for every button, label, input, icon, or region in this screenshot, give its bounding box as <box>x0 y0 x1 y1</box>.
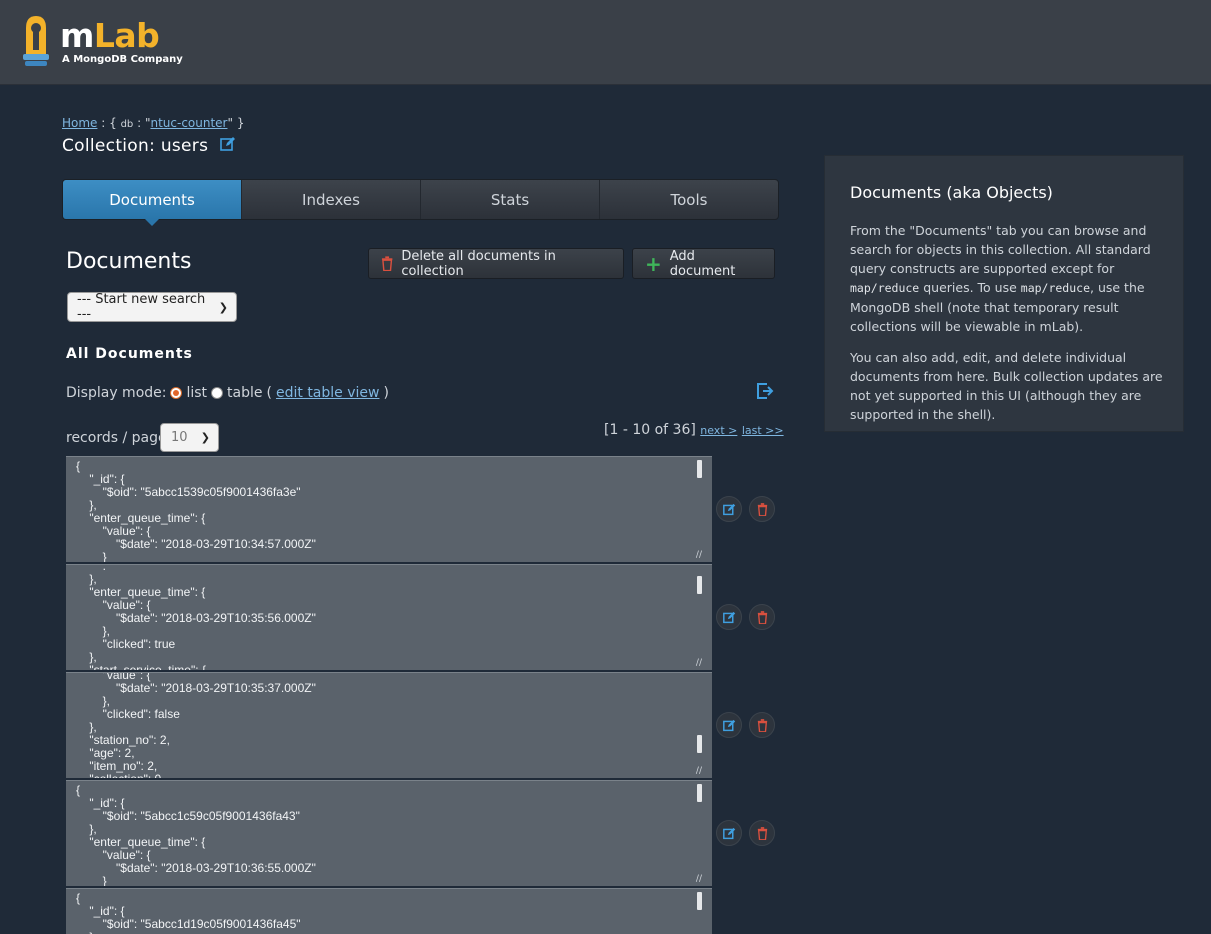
search-select[interactable]: --- Start new search --- ❯ <box>67 292 237 322</box>
add-document-button[interactable]: + Add document <box>632 248 775 279</box>
scrollbar-thumb[interactable] <box>697 784 702 802</box>
help-text: From the "Documents" tab you can browse … <box>850 223 1151 276</box>
breadcrumb-sep: : { <box>97 116 121 130</box>
records-per-page-label: records / page <box>66 430 167 446</box>
row-actions <box>716 712 776 738</box>
document-json: { "_id": { "$oid": "5abcc1539c05f9001436… <box>76 459 316 563</box>
collection-tabs: Documents Indexes Stats Tools <box>62 179 779 226</box>
paren-close: ) <box>383 385 389 401</box>
scrollbar-thumb[interactable] <box>697 735 702 753</box>
pagination: [1 - 10 of 36] next > last >> <box>604 422 784 438</box>
next-page-link[interactable]: next > <box>700 424 737 437</box>
logo-wordmark: mLab <box>60 16 160 55</box>
resize-handle-icon[interactable]: ∕∕ <box>696 658 702 668</box>
display-mode: Display mode: list table (edit table vie… <box>66 385 389 401</box>
radio-table-label: table <box>227 385 263 401</box>
breadcrumb: Home : { db : "ntuc-counter" } <box>62 116 244 130</box>
pager-range: [1 - 10 of 36] <box>604 422 696 438</box>
document-textarea[interactable]: . }, "enter_queue_time": { "value": { "$… <box>66 564 712 670</box>
breadcrumb-db-label: db <box>120 119 134 130</box>
help-panel-title: Documents (aka Objects) <box>850 183 1053 202</box>
records-per-page-select[interactable]: 10 ❯ <box>160 423 219 452</box>
resize-handle-icon[interactable]: ∕∕ <box>696 550 702 560</box>
delete-document-button[interactable] <box>749 820 775 846</box>
radio-table[interactable] <box>211 387 224 399</box>
edit-document-button[interactable] <box>716 712 742 738</box>
resize-handle-icon[interactable]: ∕∕ <box>696 874 702 884</box>
edit-icon <box>722 503 735 515</box>
radio-list-label: list <box>186 385 208 401</box>
logo-tagline: A MongoDB Company <box>62 54 183 65</box>
document-textarea[interactable]: { "_id": { "$oid": "5abcc1d19c05f9001436… <box>66 888 712 934</box>
help-code: map/reduce <box>1020 281 1091 295</box>
help-paragraph-1: From the "Documents" tab you can browse … <box>850 221 1170 336</box>
document-json: . }, "enter_queue_time": { "value": { "$… <box>89 564 316 670</box>
paren-open: ( <box>266 385 272 401</box>
breadcrumb-home-link[interactable]: Home <box>62 116 97 130</box>
add-document-label: Add document <box>669 248 736 279</box>
help-paragraph-2: You can also add, edit, and delete indiv… <box>850 350 1163 422</box>
scrollbar-thumb[interactable] <box>697 460 702 478</box>
chevron-down-icon: ❯ <box>218 300 228 314</box>
row-actions <box>716 496 776 522</box>
scrollbar-thumb[interactable] <box>697 576 702 594</box>
delete-all-label: Delete all documents in collection <box>401 248 556 279</box>
delete-document-button[interactable] <box>749 712 775 738</box>
edit-icon <box>722 611 735 623</box>
search-select-value: --- Start new search --- <box>77 292 206 322</box>
radio-list[interactable] <box>170 387 183 399</box>
records-per-page-value: 10 <box>171 430 188 445</box>
trash-icon <box>757 718 767 732</box>
scrollbar-thumb[interactable] <box>697 892 702 910</box>
trash-icon <box>757 610 767 624</box>
edit-collection-icon[interactable] <box>220 136 236 152</box>
page-title: Collection: users <box>62 136 236 156</box>
document-json: { "_id": { "$oid": "5abcc1d19c05f9001436… <box>76 891 301 934</box>
last-page-link[interactable]: last >> <box>742 424 784 437</box>
mlab-logo-icon <box>23 16 49 66</box>
help-code: map/reduce <box>850 281 920 295</box>
edit-document-button[interactable] <box>716 604 742 630</box>
display-mode-label: Display mode: <box>66 385 167 401</box>
help-text: queries. To use <box>919 280 1021 295</box>
breadcrumb-sep: " } <box>227 116 245 130</box>
tab-documents[interactable]: Documents <box>63 180 242 226</box>
trash-icon <box>757 826 767 840</box>
breadcrumb-db-link[interactable]: ntuc-counter <box>150 116 227 130</box>
document-textarea[interactable]: { "_id": { "$oid": "5abcc1539c05f9001436… <box>66 456 712 562</box>
row-actions <box>716 604 776 630</box>
delete-document-button[interactable] <box>749 604 775 630</box>
trash-icon <box>757 502 767 516</box>
tab-indexes[interactable]: Indexes <box>242 180 421 219</box>
edit-document-button[interactable] <box>716 496 742 522</box>
edit-table-view-link[interactable]: edit table view <box>276 385 379 401</box>
row-actions <box>716 820 776 846</box>
edit-icon <box>722 827 735 839</box>
export-icon[interactable] <box>756 382 774 400</box>
delete-all-documents-button[interactable]: Delete all documents in collection <box>368 248 624 279</box>
plus-icon: + <box>645 251 662 276</box>
all-documents-heading: All Documents <box>66 346 193 362</box>
chevron-down-icon: ❯ <box>200 431 210 444</box>
tab-stats[interactable]: Stats <box>421 180 600 219</box>
top-bar: mLab A MongoDB Company <box>0 0 1211 85</box>
edit-document-button[interactable] <box>716 820 742 846</box>
resize-handle-icon[interactable]: ∕∕ <box>696 766 702 776</box>
document-json: "value": { "$date": "2018-03-29T10:35:37… <box>89 672 316 778</box>
edit-icon <box>722 719 735 731</box>
document-textarea[interactable]: { "_id": { "$oid": "5abcc1c59c05f9001436… <box>66 780 712 886</box>
collection-title: Collection: users <box>62 136 209 156</box>
help-panel: Documents (aka Objects) From the "Docume… <box>824 155 1184 432</box>
trash-icon <box>381 256 393 271</box>
breadcrumb-sep: : " <box>133 116 151 130</box>
delete-document-button[interactable] <box>749 496 775 522</box>
document-textarea[interactable]: "value": { "$date": "2018-03-29T10:35:37… <box>66 672 712 778</box>
documents-heading: Documents <box>66 249 192 274</box>
tab-tools[interactable]: Tools <box>600 180 778 219</box>
document-json: { "_id": { "$oid": "5abcc1c59c05f9001436… <box>76 783 316 887</box>
